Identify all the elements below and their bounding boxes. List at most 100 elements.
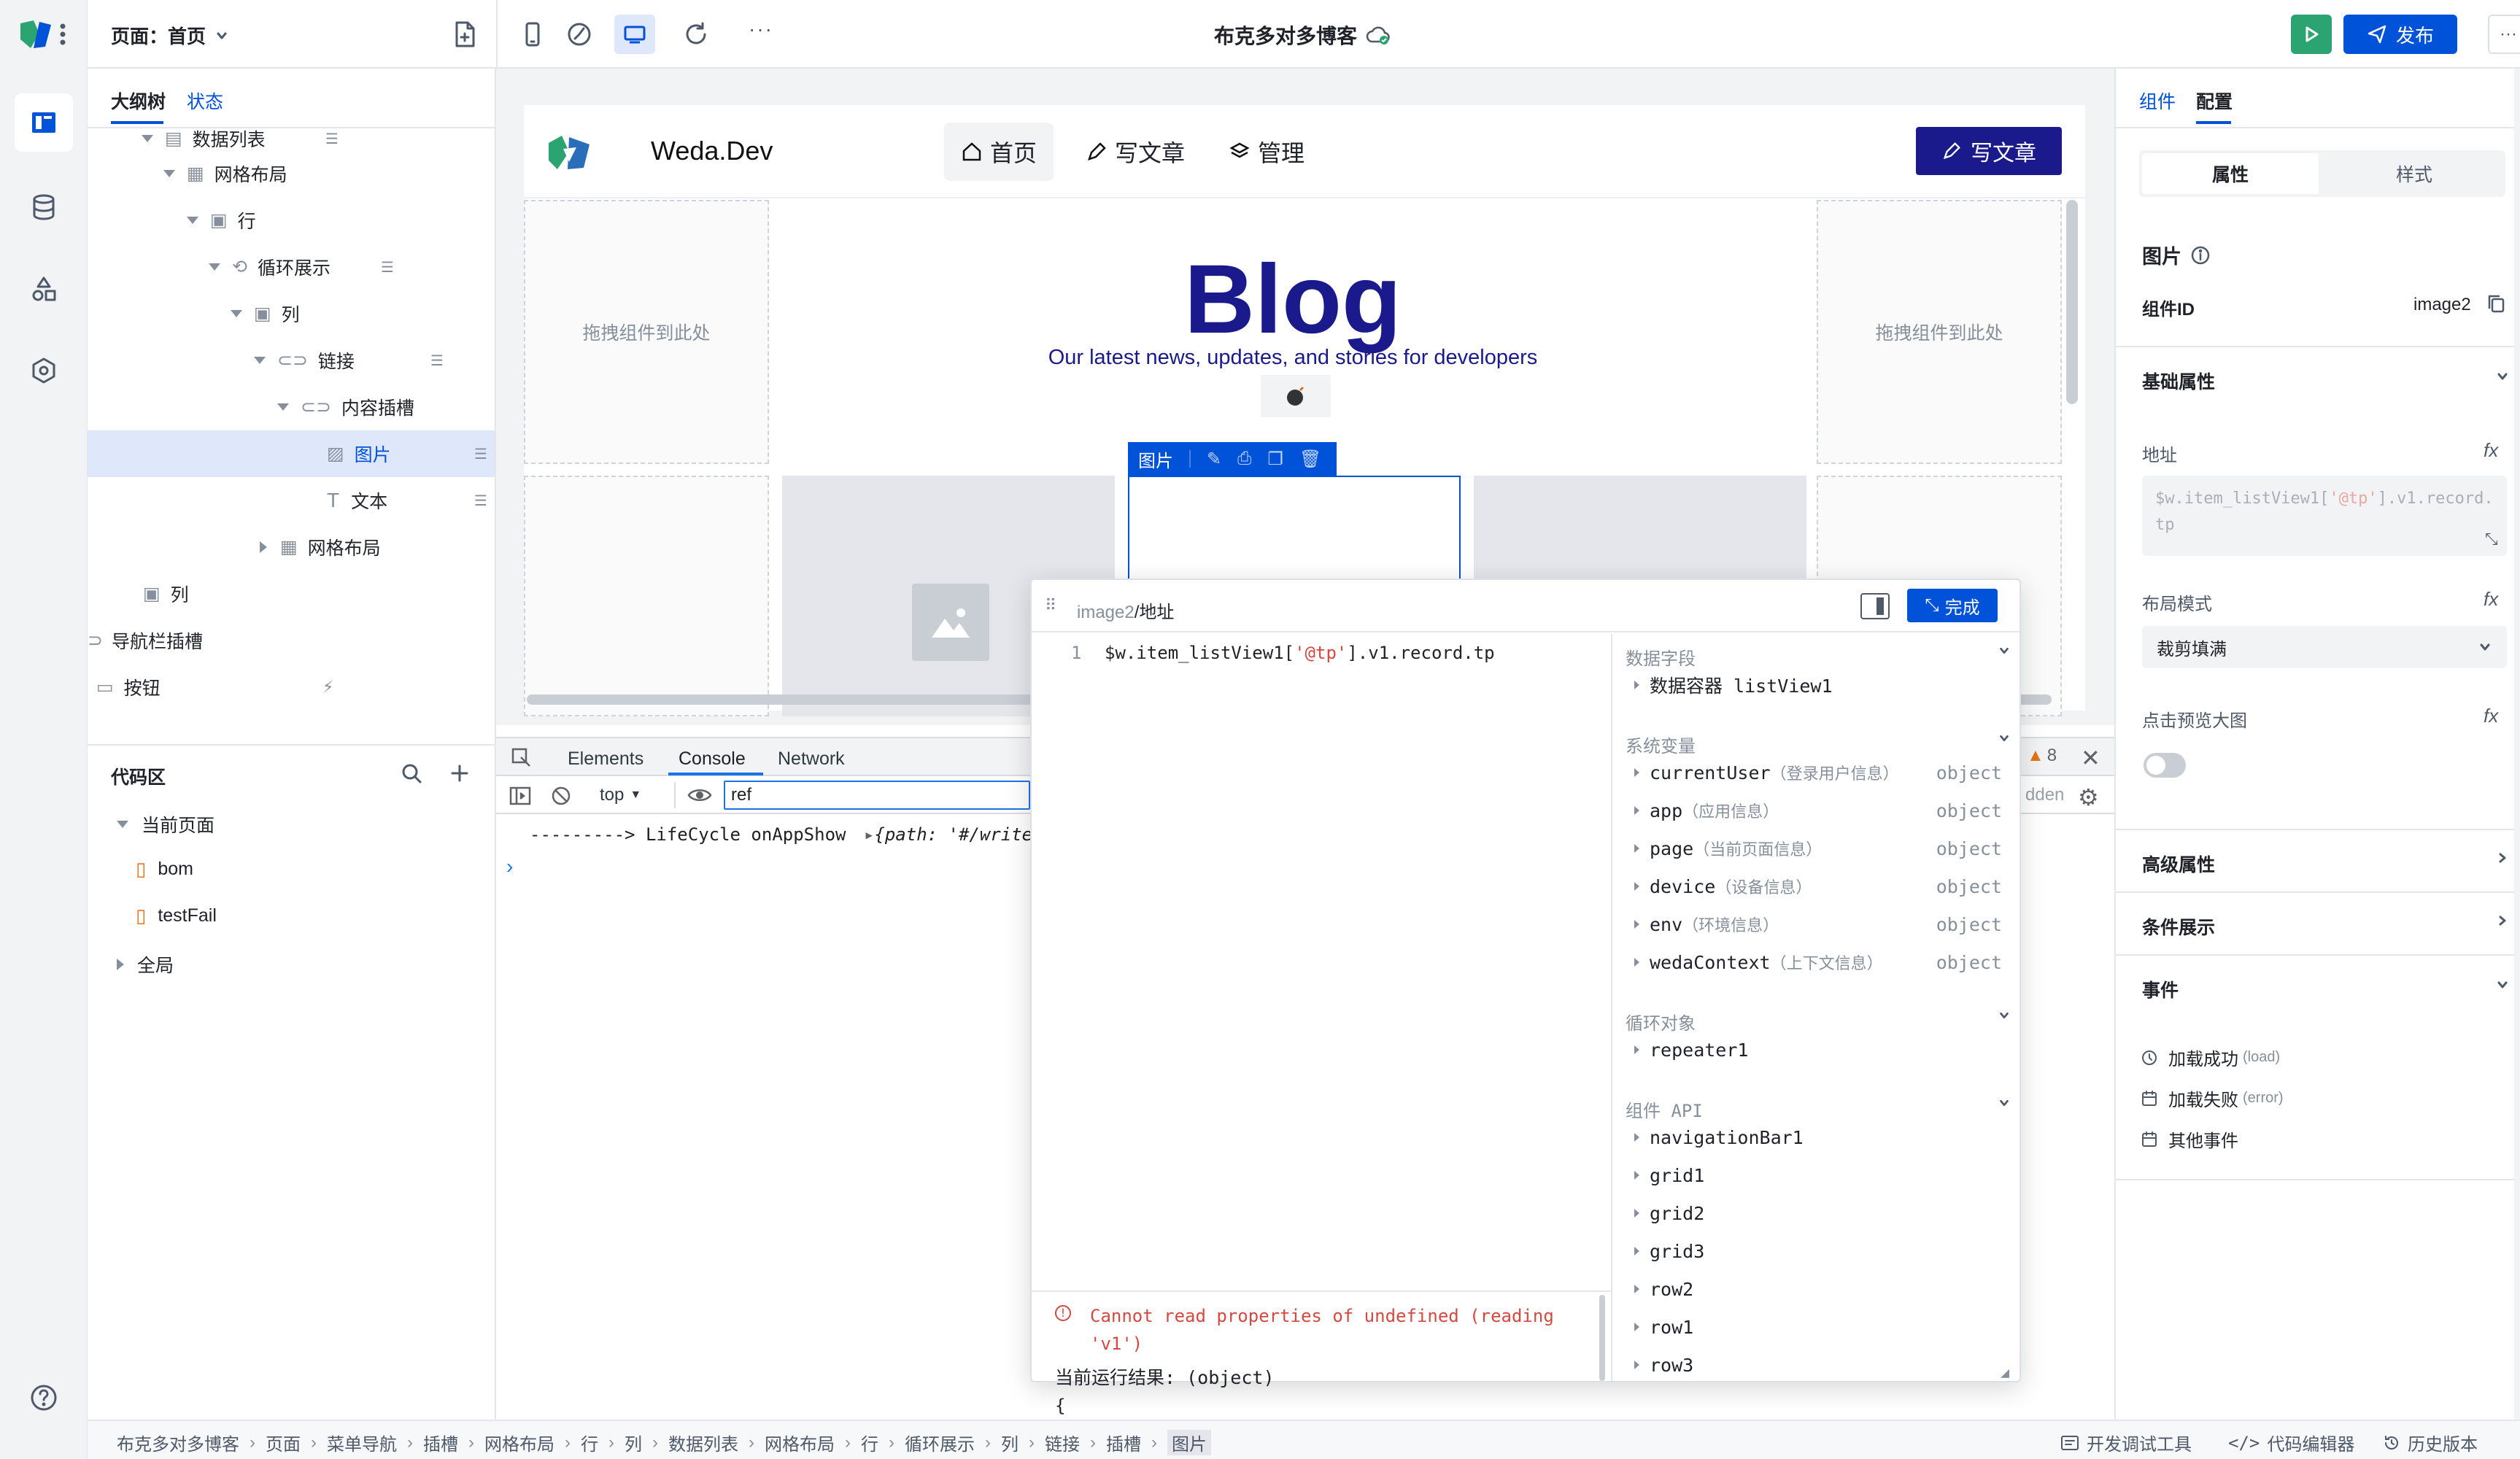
var-repeater[interactable]: repeater1 xyxy=(1634,1031,1748,1069)
crumb[interactable]: 数据列表 xyxy=(668,1430,738,1455)
tree-node-repeater[interactable]: ⟲ 循环展示 ☰ xyxy=(88,244,495,290)
api-grid2[interactable]: grid2 xyxy=(1634,1194,1704,1232)
done-button[interactable]: ⤡ 完成 xyxy=(1907,589,1998,622)
event-error[interactable]: 加载失败 (error) xyxy=(2141,1085,2284,1111)
tab-components[interactable]: 组件 xyxy=(2139,88,2176,114)
devtools-tab-console[interactable]: Console xyxy=(679,748,746,770)
crumb[interactable]: 页面 xyxy=(266,1430,301,1455)
more-tools-icon[interactable]: ··· xyxy=(749,18,773,41)
devtools-toggle[interactable]: 开发调试工具 xyxy=(2060,1430,2192,1455)
save-icon[interactable]: ⎙ xyxy=(1237,449,1251,469)
app-logo-icon[interactable] xyxy=(18,18,69,51)
rail-components-icon[interactable] xyxy=(15,260,73,318)
crumb[interactable]: 菜单导航 xyxy=(327,1430,397,1455)
preview-toggle-switch[interactable] xyxy=(2144,753,2186,778)
crumb-current[interactable]: 图片 xyxy=(1167,1430,1211,1455)
canvas-scrollbar-v[interactable] xyxy=(2066,200,2078,404)
tree-node-image[interactable]: ▨ 图片 ☰ xyxy=(88,430,495,477)
console-prompt-icon[interactable]: › xyxy=(506,855,513,878)
rail-settings-icon[interactable] xyxy=(15,341,73,400)
seg-style[interactable]: 样式 xyxy=(2326,153,2502,194)
api-navigationbar1[interactable]: navigationBar1 xyxy=(1634,1118,1804,1156)
eye-icon[interactable] xyxy=(687,785,712,805)
var-data-container[interactable]: 数据容器 listView1 xyxy=(1634,666,1833,704)
chevron-right-icon[interactable] xyxy=(2495,851,2510,865)
page-selector[interactable]: 页面：首页 xyxy=(111,22,229,49)
code-file-testfail[interactable]: ▯ testFail xyxy=(136,905,217,927)
crumb[interactable]: 插槽 xyxy=(423,1430,458,1455)
inspect-icon[interactable] xyxy=(511,747,533,769)
var-weda-context[interactable]: wedaContext （上下文信息） object xyxy=(1634,943,2014,981)
help-icon[interactable] xyxy=(15,1369,73,1427)
preview-logo-text[interactable]: Weda.Dev xyxy=(651,136,773,166)
publish-button[interactable]: 发布 xyxy=(2343,15,2457,54)
drop-zone-left[interactable]: 拖拽组件到此处 xyxy=(524,200,769,464)
info-icon[interactable] xyxy=(2190,245,2211,266)
rail-database-icon[interactable] xyxy=(15,178,73,236)
drag-handle-icon[interactable]: ⠿ xyxy=(1045,596,1056,615)
close-icon[interactable]: ✕ xyxy=(2081,744,2100,772)
seg-props[interactable]: 属性 xyxy=(2142,153,2319,194)
tablet-view-icon[interactable] xyxy=(566,20,592,48)
code-line[interactable]: $w.item_listView1['@tp'].v1.record.tp xyxy=(1105,643,1495,663)
crumb[interactable]: 网格布局 xyxy=(765,1430,835,1455)
code-current-page[interactable]: 当前页面 xyxy=(117,811,214,837)
code-file-bom[interactable]: ▯ bom xyxy=(136,858,193,881)
crumb[interactable]: 行 xyxy=(581,1430,598,1455)
drop-zone-row2-left[interactable] xyxy=(524,476,769,716)
chevron-down-icon[interactable] xyxy=(2495,978,2510,992)
preview-write-button[interactable]: 写文章 xyxy=(1916,127,2062,175)
api-grid3[interactable]: grid3 xyxy=(1634,1232,1704,1270)
search-icon[interactable] xyxy=(400,762,423,785)
chevron-down-icon[interactable] xyxy=(1998,732,2011,745)
fx-icon[interactable]: fx xyxy=(2484,705,2498,727)
tree-node-slot[interactable]: ⊂⊃ 内容插槽 xyxy=(88,384,495,430)
delete-icon[interactable]: 🗑 xyxy=(1299,449,1321,470)
tree-node-grid-2[interactable]: ▦ 网格布局 xyxy=(88,524,495,570)
split-view-icon[interactable] xyxy=(1860,593,1890,619)
run-preview-button[interactable] xyxy=(2291,15,2332,54)
var-app[interactable]: app （应用信息） object xyxy=(1634,792,2014,829)
preview-nav-home[interactable]: 首页 xyxy=(944,123,1054,181)
tree-node-button[interactable]: ▭ 按钮 ⚡ xyxy=(88,664,495,711)
code-global[interactable]: 全局 xyxy=(117,951,174,978)
section-events[interactable]: 事件 xyxy=(2142,976,2179,1002)
fx-icon[interactable]: fx xyxy=(2484,588,2498,611)
event-load[interactable]: 加载成功 (load) xyxy=(2141,1045,2280,1070)
crumb[interactable]: 布克多对多博客 xyxy=(117,1430,239,1455)
edit-icon[interactable]: ✎ xyxy=(1207,449,1221,470)
resize-handle-icon[interactable]: ◢ xyxy=(2001,1363,2009,1381)
expand-icon[interactable]: ⤡ xyxy=(2485,530,2498,549)
code-editor-toggle[interactable]: </> 代码编辑器 xyxy=(2228,1430,2354,1455)
tab-outline[interactable]: 大纲树 xyxy=(111,88,166,114)
result-scrollbar[interactable] xyxy=(1599,1295,1605,1381)
api-row2[interactable]: row2 xyxy=(1634,1270,1693,1308)
tab-config[interactable]: 配置 xyxy=(2196,88,2233,114)
section-conditional[interactable]: 条件展示 xyxy=(2142,913,2215,940)
chevron-down-icon[interactable] xyxy=(1998,1096,2011,1110)
api-row1[interactable]: row1 xyxy=(1634,1308,1693,1346)
copy-icon[interactable]: ❐ xyxy=(1267,449,1283,470)
address-expression-field[interactable]: $w.item_listView1['@tp'].v1.record.tp xyxy=(2142,476,2507,556)
var-page[interactable]: page （当前页面信息） object xyxy=(1634,829,2014,867)
api-grid1[interactable]: grid1 xyxy=(1634,1156,1704,1194)
code-pane[interactable]: 1 $w.item_listView1['@tp'].v1.record.tp … xyxy=(1032,634,1612,1416)
mobile-view-icon[interactable] xyxy=(519,20,546,48)
desktop-view-icon[interactable] xyxy=(614,15,655,54)
context-select[interactable]: top ▼ xyxy=(600,785,641,805)
tree-node-link[interactable]: ⊂⊃ 链接 ☰ xyxy=(88,337,495,384)
crumb[interactable]: 列 xyxy=(1001,1430,1019,1455)
tree-node-col-2[interactable]: ▣ 列 xyxy=(88,570,495,617)
fx-icon[interactable]: fx xyxy=(2484,439,2498,462)
more-menu-button[interactable]: ··· xyxy=(2488,15,2520,54)
refresh-icon[interactable] xyxy=(683,20,709,48)
chevron-down-icon[interactable] xyxy=(1998,1009,2011,1022)
tree-node-grid[interactable]: ▦ 网格布局 xyxy=(88,150,495,197)
console-settings-icon[interactable]: ⚙ xyxy=(2078,783,2099,811)
var-env[interactable]: env （环境信息） object xyxy=(1634,905,2014,943)
var-current-user[interactable]: currentUser （登录用户信息） object xyxy=(1634,754,2014,792)
tree-node-nav-slot[interactable]: ⊃ 导航栏插槽 xyxy=(88,617,495,664)
crumb[interactable]: 链接 xyxy=(1045,1430,1080,1455)
new-page-icon[interactable] xyxy=(452,20,477,48)
copy-icon[interactable] xyxy=(2486,293,2505,314)
